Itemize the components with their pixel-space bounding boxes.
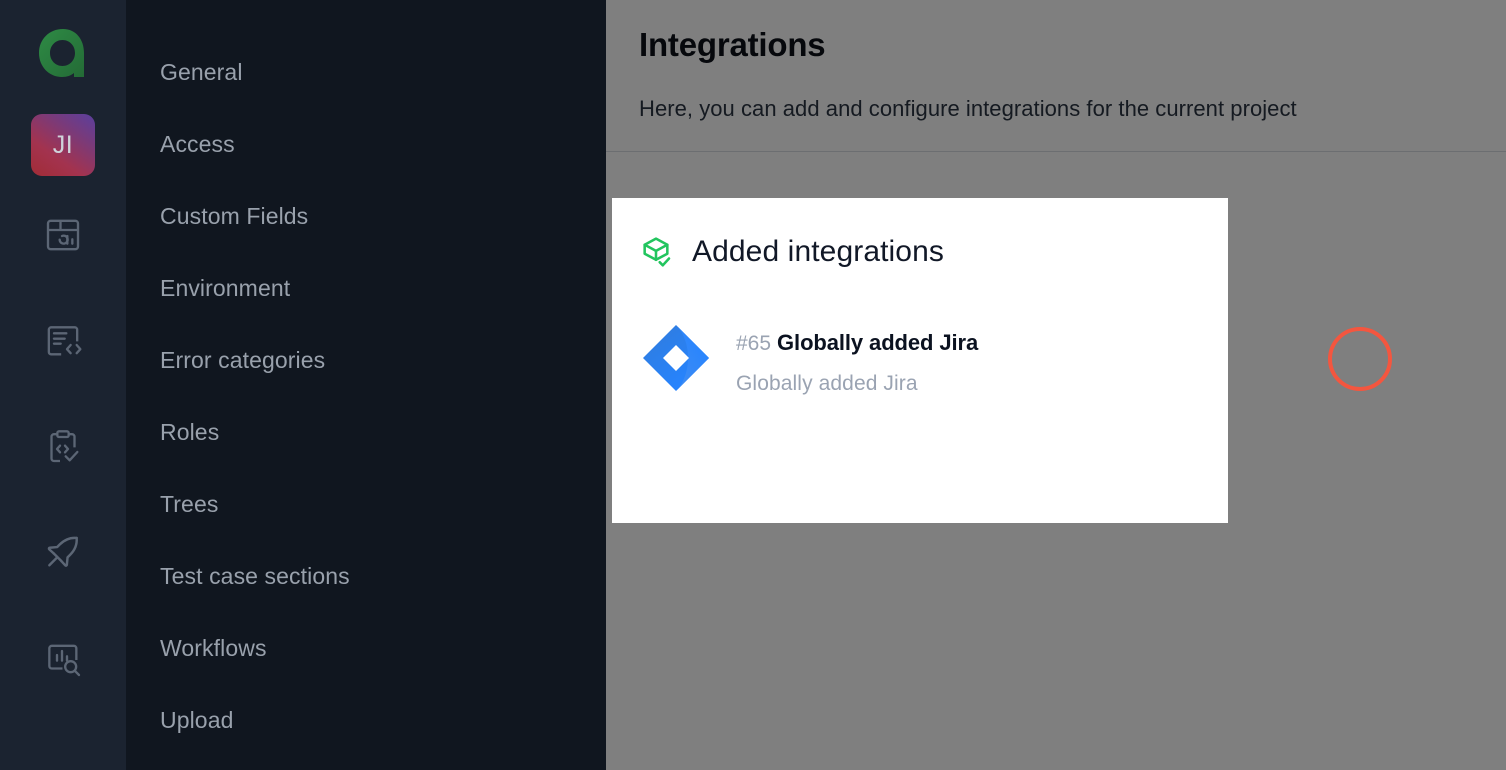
nav-label: Roles xyxy=(160,418,220,445)
sidebar-item-custom-fields[interactable]: Custom Fields xyxy=(126,180,606,252)
sidebar-item-environment[interactable]: Environment xyxy=(126,252,606,324)
page-header: Integrations Here, you can add and confi… xyxy=(606,0,1506,122)
list-item[interactable]: #65 Globally added Jira Globally added J… xyxy=(638,322,1228,396)
nav-label: Workflows xyxy=(160,634,267,661)
project-avatar-initials: JI xyxy=(52,130,74,159)
page-title: Integrations xyxy=(639,26,826,63)
header-divider xyxy=(606,151,1506,152)
nav-label: Error categories xyxy=(160,346,326,373)
nav-label: Trees xyxy=(160,490,219,517)
integration-details: #65 Globally added Jira Globally added J… xyxy=(736,322,978,396)
rocket-icon[interactable] xyxy=(32,522,94,584)
integration-title-line: #65 Globally added Jira xyxy=(736,330,978,356)
jira-icon xyxy=(640,322,712,394)
integration-name: Globally added Jira xyxy=(777,330,979,355)
nav-label: Environment xyxy=(160,274,291,301)
card-header: Added integrations xyxy=(638,234,1228,270)
settings-nav: General Access Custom Fields Environment… xyxy=(126,0,606,770)
cube-check-icon xyxy=(638,234,674,270)
integration-id: #65 xyxy=(736,332,772,355)
nav-label: Access xyxy=(160,130,235,157)
nav-label: Test case sections xyxy=(160,562,350,589)
nav-label: Custom Fields xyxy=(160,202,309,229)
nav-label: Upload xyxy=(160,706,234,733)
report-search-icon[interactable] xyxy=(32,628,94,690)
card-title: Added integrations xyxy=(692,235,944,268)
sidebar-item-access[interactable]: Access xyxy=(126,108,606,180)
sidebar-item-error-categories[interactable]: Error categories xyxy=(126,324,606,396)
app-root: JI General Access Custom Fields Environm… xyxy=(0,0,1506,770)
highlight-ring xyxy=(1328,327,1392,391)
sidebar-item-workflows[interactable]: Workflows xyxy=(126,612,606,684)
sidebar-item-trees[interactable]: Trees xyxy=(126,468,606,540)
sidebar-item-upload[interactable]: Upload xyxy=(126,684,606,756)
sidebar-item-general[interactable]: General xyxy=(126,36,606,108)
allure-logo[interactable] xyxy=(30,20,96,86)
clipboard-check-icon[interactable] xyxy=(32,416,94,478)
project-avatar[interactable]: JI xyxy=(31,114,95,176)
main-panel: Integrations Here, you can add and confi… xyxy=(606,0,1506,770)
nav-label: General xyxy=(160,58,243,85)
document-code-icon[interactable] xyxy=(32,310,94,372)
icon-rail: JI xyxy=(0,0,126,770)
integration-description: Globally added Jira xyxy=(736,372,918,395)
sidebar-item-test-case-sections[interactable]: Test case sections xyxy=(126,540,606,612)
dashboard-icon[interactable] xyxy=(32,204,94,266)
page-subtitle: Here, you can add and configure integrat… xyxy=(639,96,1297,121)
sidebar-item-roles[interactable]: Roles xyxy=(126,396,606,468)
added-integrations-card: Added integrations #65 Globally added Ji… xyxy=(612,198,1228,523)
